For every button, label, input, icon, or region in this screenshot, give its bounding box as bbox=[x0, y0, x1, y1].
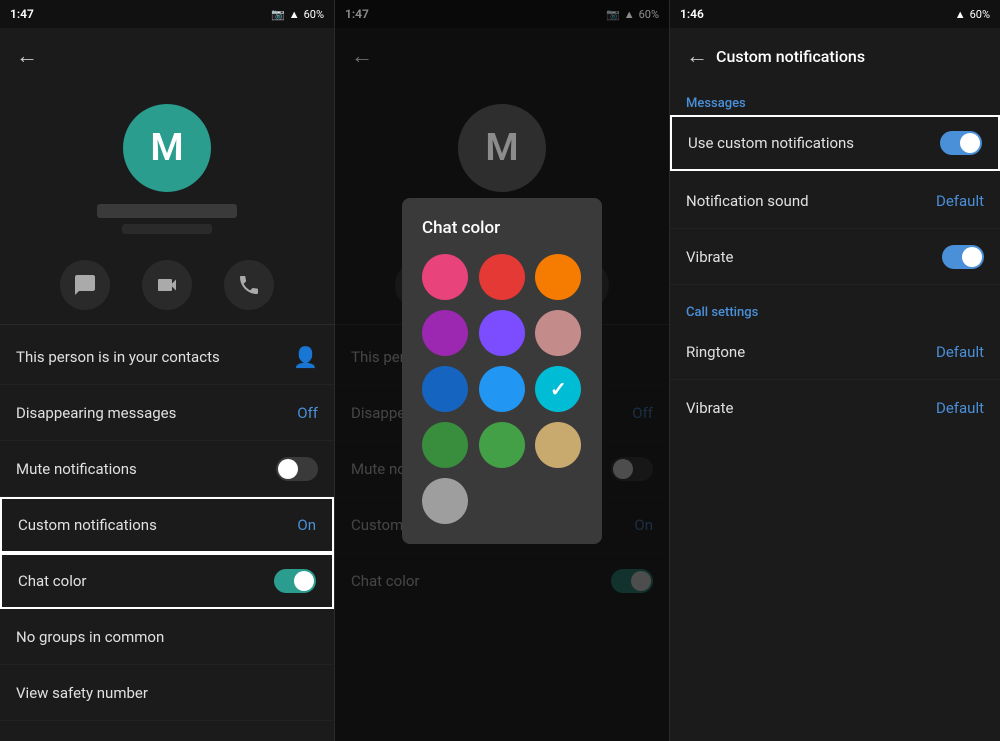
mute-row[interactable]: Mute notifications bbox=[0, 441, 334, 497]
header-left: ← bbox=[0, 28, 334, 84]
color-purple[interactable] bbox=[422, 310, 468, 356]
notif-sound-row[interactable]: Notification sound Default bbox=[670, 173, 1000, 229]
disappearing-value: Off bbox=[297, 404, 318, 422]
no-groups-label: No groups in common bbox=[16, 628, 164, 646]
safety-label: View safety number bbox=[16, 684, 148, 702]
color-orange[interactable] bbox=[535, 254, 581, 300]
ringtone-value: Default bbox=[936, 343, 984, 361]
color-red[interactable] bbox=[479, 254, 525, 300]
panel-mid: 1:47 📷 ▲ 60% ← M This perso... bbox=[335, 0, 670, 741]
vibrate-calls-label: Vibrate bbox=[686, 399, 733, 417]
time-right: 1:46 bbox=[680, 7, 704, 21]
action-buttons-left bbox=[0, 244, 334, 320]
color-dark-blue[interactable] bbox=[422, 366, 468, 412]
block-row[interactable]: Block bbox=[0, 721, 334, 741]
panel-left: 1:47 📷 ▲ 60% ← M This person is in bbox=[0, 0, 335, 741]
call-settings-section-label: Call settings bbox=[670, 293, 1000, 324]
messages-section-label: Messages bbox=[670, 84, 1000, 115]
disappearing-row[interactable]: Disappearing messages Off bbox=[0, 385, 334, 441]
color-tan[interactable] bbox=[535, 422, 581, 468]
contacts-label: This person is in your contacts bbox=[16, 348, 220, 366]
use-custom-notif-toggle[interactable] bbox=[940, 131, 982, 155]
battery-right: 60% bbox=[970, 8, 990, 21]
ringtone-row[interactable]: Ringtone Default bbox=[670, 324, 1000, 380]
battery-text: 60% bbox=[304, 8, 324, 21]
status-bar-right: 1:46 ▲ 60% bbox=[670, 0, 1000, 28]
divider-left bbox=[0, 324, 334, 325]
message-button-left[interactable] bbox=[60, 260, 110, 310]
chat-color-label: Chat color bbox=[18, 572, 87, 590]
phone-button-left[interactable] bbox=[224, 260, 274, 310]
chat-color-row[interactable]: Chat color bbox=[0, 553, 334, 609]
time-left: 1:47 bbox=[10, 7, 34, 21]
color-grid bbox=[422, 254, 582, 524]
avatar-left: M bbox=[123, 104, 211, 192]
popup-title: Chat color bbox=[422, 218, 582, 238]
notif-sound-value: Default bbox=[936, 192, 984, 210]
contacts-icon: 👤 bbox=[293, 345, 318, 369]
custom-notif-label: Custom notifications bbox=[18, 516, 157, 534]
signal-icon: ▲ bbox=[289, 8, 300, 21]
settings-list-left: This person is in your contacts 👤 Disapp… bbox=[0, 329, 334, 741]
chat-color-toggle[interactable] bbox=[274, 569, 316, 593]
color-green[interactable] bbox=[479, 422, 525, 468]
back-button-left[interactable]: ← bbox=[16, 43, 38, 69]
status-icons-left: 📷 ▲ 60% bbox=[271, 8, 324, 21]
notif-sound-label: Notification sound bbox=[686, 192, 809, 210]
popup-overlay[interactable]: Chat color bbox=[335, 0, 669, 741]
chat-color-popup: Chat color bbox=[402, 198, 602, 544]
color-dark-green[interactable] bbox=[422, 422, 468, 468]
ringtone-label: Ringtone bbox=[686, 343, 745, 361]
panel-right: 1:46 ▲ 60% ← Custom notifications Messag… bbox=[670, 0, 1000, 741]
use-custom-notif-label: Use custom notifications bbox=[688, 134, 854, 152]
profile-area-left: M bbox=[0, 84, 334, 244]
vibrate-messages-label: Vibrate bbox=[686, 248, 733, 266]
vibrate-calls-value: Default bbox=[936, 399, 984, 417]
page-title-right: Custom notifications bbox=[716, 47, 865, 66]
custom-notif-row[interactable]: Custom notifications On bbox=[0, 497, 334, 553]
contacts-row[interactable]: This person is in your contacts 👤 bbox=[0, 329, 334, 385]
status-icons-right: ▲ 60% bbox=[955, 8, 990, 21]
mute-toggle[interactable] bbox=[276, 457, 318, 481]
sub-bar-left bbox=[122, 224, 212, 234]
safety-row[interactable]: View safety number bbox=[0, 665, 334, 721]
color-violet[interactable] bbox=[479, 310, 525, 356]
no-groups-row: No groups in common bbox=[0, 609, 334, 665]
color-pink[interactable] bbox=[422, 254, 468, 300]
status-bar-left: 1:47 📷 ▲ 60% bbox=[0, 0, 334, 28]
name-bar-left bbox=[97, 204, 237, 218]
color-rose[interactable] bbox=[535, 310, 581, 356]
mute-label: Mute notifications bbox=[16, 460, 137, 478]
header-right: ← Custom notifications bbox=[670, 28, 1000, 84]
camera-icon: 📷 bbox=[271, 8, 285, 21]
vibrate-messages-row[interactable]: Vibrate bbox=[670, 229, 1000, 285]
vibrate-messages-toggle[interactable] bbox=[942, 245, 984, 269]
disappearing-label: Disappearing messages bbox=[16, 404, 176, 422]
vibrate-calls-row[interactable]: Vibrate Default bbox=[670, 380, 1000, 436]
use-custom-notif-row[interactable]: Use custom notifications bbox=[670, 115, 1000, 171]
color-blue[interactable] bbox=[479, 366, 525, 412]
custom-notif-value: On bbox=[297, 516, 316, 534]
color-teal[interactable] bbox=[535, 366, 581, 412]
signal-icon-right: ▲ bbox=[955, 8, 966, 21]
video-button-left[interactable] bbox=[142, 260, 192, 310]
back-button-right[interactable]: ← bbox=[686, 43, 708, 69]
color-gray[interactable] bbox=[422, 478, 468, 524]
